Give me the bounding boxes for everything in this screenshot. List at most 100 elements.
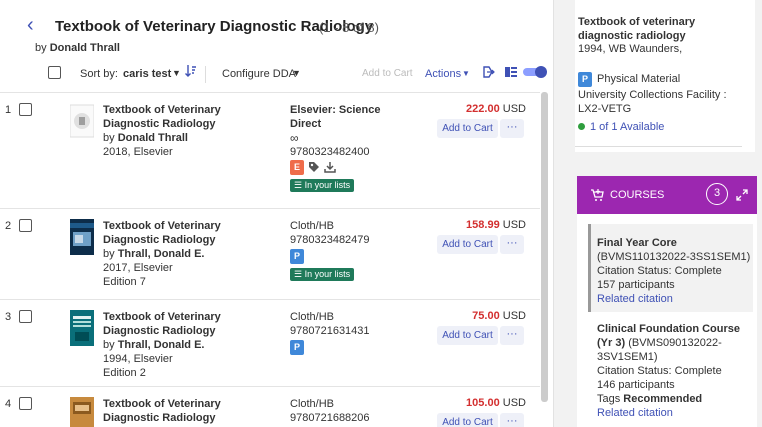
actions-menu[interactable]: Actions [425, 68, 461, 80]
generic-cover-icon [69, 103, 95, 139]
view-toggle[interactable] [523, 66, 547, 78]
add-to-cart-button[interactable]: Add to Cart [437, 326, 498, 345]
item-format: Cloth/HB [290, 220, 335, 232]
course-item: Final Year Core (BVMS110132022-3SS1SEM1)… [597, 236, 755, 306]
result-row[interactable]: 2 Textbook of Veterinary Diagnostic Radi… [0, 208, 540, 299]
more-options-button[interactable]: ··· [500, 326, 524, 345]
item-isbn: 9780323482400 [290, 146, 370, 158]
bulk-add-to-cart-button[interactable]: Add to Cart [362, 68, 413, 79]
add-to-cart-button[interactable]: Add to Cart [437, 413, 498, 427]
sort-order-icon[interactable] [185, 64, 197, 80]
result-row[interactable]: 3 Textbook of Veterinary Diagnostic Radi… [0, 299, 540, 386]
physical-badge: P [578, 72, 592, 87]
row-checkbox[interactable] [19, 219, 32, 232]
availability-status[interactable]: 1 of 1 Available [578, 121, 664, 133]
item-isbn: 9780721688206 [290, 412, 370, 424]
participants: 146 participants [597, 379, 675, 391]
available-dot-icon [578, 123, 585, 130]
citation-status: Citation Status: Complete [597, 365, 722, 377]
holding-location: University Collections Facility : LX2-VE… [578, 89, 727, 115]
electronic-badge: E [290, 160, 304, 175]
results-list: 1 Textbook of Veterinary Diagnostic Radi… [0, 92, 554, 427]
configure-caret-icon[interactable]: ▼ [292, 68, 301, 78]
item-format: Cloth/HB [290, 311, 335, 323]
list-view-icon[interactable] [504, 65, 518, 79]
item-publication: 2017, Elsevier [103, 262, 173, 274]
item-title[interactable]: Textbook of Veterinary Diagnostic Radiol… [103, 310, 273, 338]
physical-badge: P [290, 249, 304, 264]
expand-icon[interactable] [735, 188, 749, 202]
item-format: Cloth/HB [290, 398, 335, 410]
item-edition: Edition 2 [103, 367, 146, 379]
row-checkbox[interactable] [19, 397, 32, 410]
result-row[interactable]: 4 Textbook of Veterinary Diagnostic Radi… [0, 386, 540, 427]
related-citation-link[interactable]: Related citation [597, 293, 673, 305]
sort-label: Sort by: [80, 68, 118, 80]
participants: 157 participants [597, 279, 675, 291]
item-edition: Edition 7 [103, 276, 146, 288]
holding-meta: 1994, WB Waunders, [578, 43, 683, 55]
infinity-icon: ∞ [290, 131, 299, 145]
add-to-cart-button[interactable]: Add to Cart [437, 119, 498, 138]
item-publication: 2018, Elsevier [103, 146, 173, 158]
results-panel: ‹ Textbook of Veterinary Diagnostic Radi… [0, 0, 554, 427]
item-price: 222.00 USD [466, 103, 526, 115]
row-checkbox[interactable] [19, 103, 32, 116]
item-title[interactable]: Textbook of Veterinary Diagnostic Radiol… [103, 397, 273, 425]
item-publication: 1994, Elsevier [103, 353, 173, 365]
courses-header[interactable]: COURSES 3 [577, 176, 757, 214]
sort-select[interactable]: caris test [123, 68, 171, 80]
in-your-lists-badge[interactable]: ☰ In your lists [290, 179, 355, 192]
in-your-lists-badge[interactable]: ☰ In your lists [290, 268, 355, 281]
book-cover-thumbnail [70, 310, 94, 346]
courses-list: Final Year Core (BVMS110132022-3SS1SEM1)… [577, 214, 757, 427]
tag-icon[interactable] [308, 161, 320, 173]
book-cover-thumbnail [70, 219, 94, 255]
item-title[interactable]: Textbook of Veterinary Diagnostic Radiol… [103, 103, 273, 131]
toolbar: Sort by: caris test ▼ Configure DDA ▼ Ad… [0, 58, 554, 90]
course-tags: Tags Recommended [597, 393, 703, 405]
title-byline: by Donald Thrall [35, 42, 120, 54]
sort-caret-icon[interactable]: ▼ [172, 68, 181, 78]
item-title[interactable]: Textbook of Veterinary Diagnostic Radiol… [103, 219, 273, 247]
more-options-button[interactable]: ··· [500, 119, 524, 138]
holding-type: Physical Material [597, 73, 681, 85]
details-panel: Textbook of veterinary diagnostic radiol… [555, 0, 762, 427]
add-to-cart-button[interactable]: Add to Cart [437, 235, 498, 254]
result-count: (1 - 8 of 8) [319, 20, 379, 35]
row-number: 2 [5, 220, 12, 232]
result-row[interactable]: 1 Textbook of Veterinary Diagnostic Radi… [0, 92, 540, 208]
item-isbn: 9780721631431 [290, 325, 370, 337]
row-number: 3 [5, 311, 12, 323]
configure-dda-select[interactable]: Configure DDA [222, 68, 296, 80]
holding-divider [575, 146, 742, 147]
select-all-checkbox[interactable] [48, 66, 61, 79]
citation-status: Citation Status: Complete [597, 265, 722, 277]
actions-caret-icon[interactable]: ▼ [462, 69, 470, 78]
physical-badge: P [290, 340, 304, 355]
row-checkbox[interactable] [19, 310, 32, 323]
book-cover-thumbnail [70, 397, 94, 427]
courses-label: COURSES [610, 189, 665, 201]
holding-title[interactable]: Textbook of veterinary diagnostic radiol… [578, 15, 738, 43]
item-author: by Thrall, Donald E. [103, 339, 205, 351]
course-code: (BVMS110132022-3SS1SEM1) [597, 251, 751, 263]
item-author: by Donald Thrall [103, 132, 188, 144]
courses-count-badge: 3 [706, 183, 728, 205]
back-chevron-icon[interactable]: ‹ [27, 15, 39, 35]
results-scrollbar[interactable] [541, 92, 548, 402]
toolbar-divider [205, 66, 206, 83]
row-number: 1 [5, 104, 12, 116]
course-name: Final Year Core [597, 237, 677, 249]
related-citation-link[interactable]: Related citation [597, 407, 673, 419]
item-isbn: 9780323482479 [290, 234, 370, 246]
export-icon[interactable] [481, 65, 495, 79]
more-options-button[interactable]: ··· [500, 235, 524, 254]
courses-cart-icon [590, 188, 604, 202]
results-header: ‹ Textbook of Veterinary Diagnostic Radi… [0, 0, 554, 92]
more-options-button[interactable]: ··· [500, 413, 524, 427]
title-author: Donald Thrall [49, 42, 120, 54]
item-price: 158.99 USD [466, 219, 526, 231]
row-number: 4 [5, 398, 12, 410]
download-icon[interactable] [324, 161, 336, 173]
